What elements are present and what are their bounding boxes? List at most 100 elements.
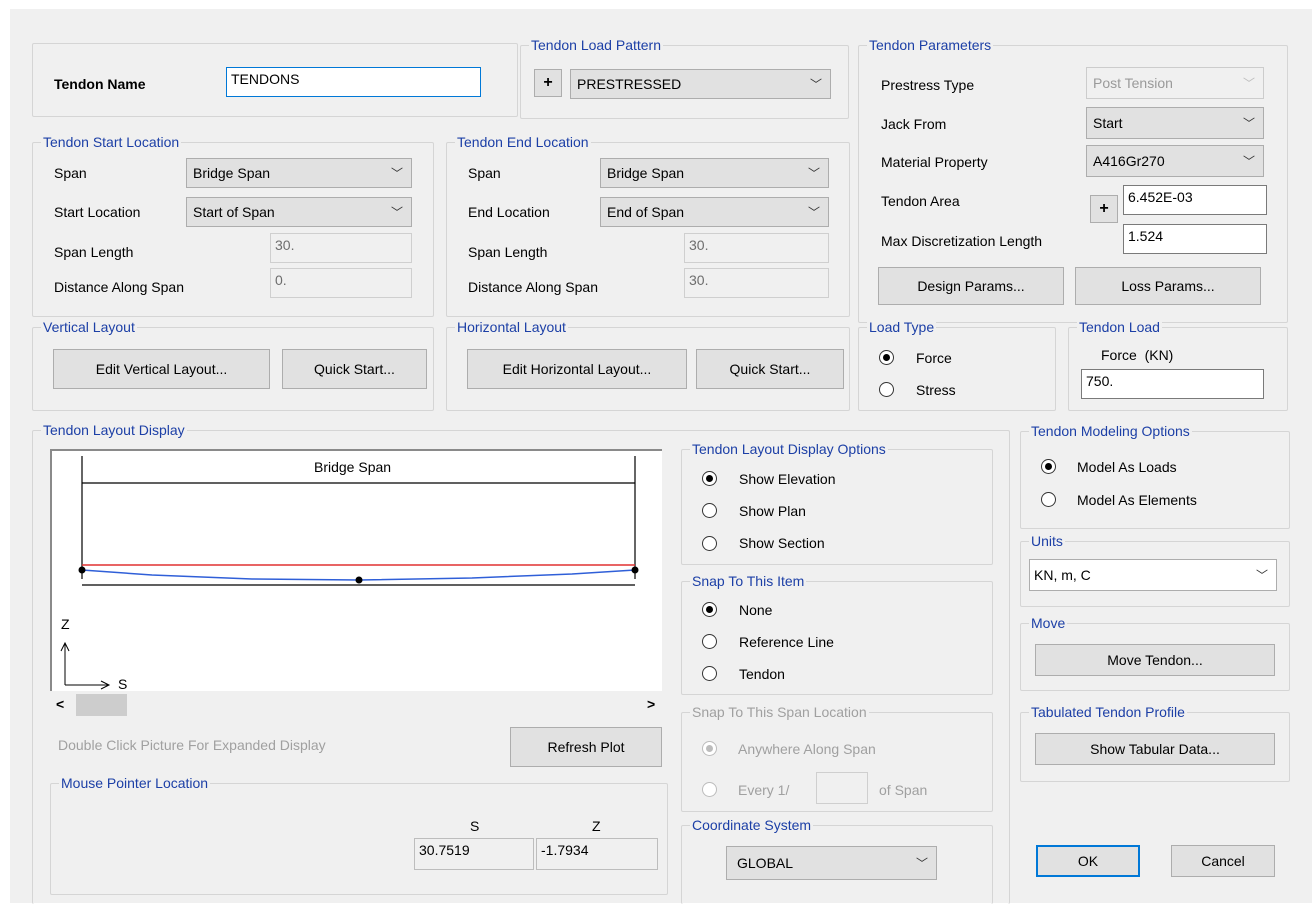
tendon-mid-point	[355, 576, 363, 584]
start-span-value: Bridge Span	[193, 165, 271, 181]
snap-tendon-radio[interactable]	[702, 666, 717, 681]
chevron-down-icon: ﹀	[915, 856, 928, 871]
refresh-plot-button[interactable]: Refresh Plot	[510, 727, 662, 767]
mouse-pointer-group: Mouse Pointer Location S Z 30.7519 -1.79…	[50, 775, 668, 895]
tendon-load-title: Tendon Load	[1077, 319, 1162, 335]
start-span-length-value: 30.	[270, 233, 412, 263]
edit-horizontal-layout-button[interactable]: Edit Horizontal Layout...	[467, 349, 687, 389]
model-as-elements-radio[interactable]	[1041, 492, 1056, 507]
start-span-label: Span	[54, 165, 87, 181]
snap-span-group: Snap To This Span Location Anywhere Alon…	[681, 704, 993, 812]
coord-system-value: GLOBAL	[737, 855, 794, 871]
end-location-value: End of Span	[607, 204, 685, 220]
prestress-type-label: Prestress Type	[881, 77, 975, 93]
start-span-select[interactable]: Bridge Span ﹀	[186, 158, 412, 188]
stress-radio-label: Stress	[916, 382, 956, 398]
end-span-select[interactable]: Bridge Span ﹀	[600, 158, 829, 188]
tendon-plot-area[interactable]: Bridge Span Z S	[50, 449, 662, 692]
modeling-options-group: Tendon Modeling Options Model As Loads M…	[1020, 423, 1290, 529]
scroll-thumb[interactable]	[76, 694, 127, 716]
snap-reference-line-radio[interactable]	[702, 634, 717, 649]
every-fraction-radio	[702, 782, 717, 797]
plot-scrollbar[interactable]: < >	[50, 692, 662, 718]
of-span-label: of Span	[879, 782, 928, 798]
pointer-z-label: Z	[592, 818, 601, 834]
max-discretization-input[interactable]: 1.524	[1123, 224, 1267, 254]
chevron-down-icon: ﹀	[807, 205, 820, 220]
plot-hint-text: Double Click Picture For Expanded Displa…	[58, 737, 326, 753]
anywhere-along-span-radio	[702, 741, 717, 756]
start-location-group: Tendon Start Location Span Bridge Span ﹀…	[32, 134, 434, 317]
load-pattern-value: PRESTRESSED	[577, 76, 682, 92]
end-distance-value: 30.	[684, 268, 829, 298]
tendon-load-unit-label: Force (KN)	[1101, 347, 1174, 363]
show-section-radio[interactable]	[702, 536, 717, 551]
load-pattern-select[interactable]: PRESTRESSED ﹀	[570, 69, 831, 99]
force-radio[interactable]	[879, 350, 894, 365]
start-distance-label: Distance Along Span	[54, 279, 184, 295]
tendon-name-label: Tendon Name	[54, 76, 146, 92]
show-tabular-data-button[interactable]: Show Tabular Data...	[1035, 733, 1275, 765]
snap-none-radio[interactable]	[702, 602, 717, 617]
units-select[interactable]: KN, m, C ﹀	[1029, 559, 1277, 591]
end-location-label: End Location	[468, 204, 550, 220]
start-span-length-label: Span Length	[54, 244, 134, 260]
model-as-loads-radio[interactable]	[1041, 459, 1056, 474]
every-fraction-input	[816, 772, 868, 804]
move-title: Move	[1029, 615, 1068, 631]
material-property-label: Material Property	[881, 154, 988, 170]
chevron-down-icon: ﹀	[1242, 116, 1255, 131]
start-location-select[interactable]: Start of Span ﹀	[186, 197, 412, 227]
edit-vertical-layout-button[interactable]: Edit Vertical Layout...	[53, 349, 270, 389]
snap-item-title: Snap To This Item	[690, 573, 807, 589]
move-group: Move Move Tendon...	[1020, 615, 1290, 691]
stress-radio[interactable]	[879, 382, 894, 397]
design-params-button[interactable]: Design Params...	[878, 267, 1064, 305]
material-property-select[interactable]: A416Gr270 ﹀	[1086, 145, 1264, 177]
modeling-options-title: Tendon Modeling Options	[1029, 423, 1192, 439]
load-type-title: Load Type	[867, 319, 937, 335]
loss-params-button[interactable]: Loss Params...	[1075, 267, 1261, 305]
pointer-z-value: -1.7934	[536, 838, 658, 870]
scroll-left-icon[interactable]: <	[56, 695, 64, 713]
chevron-down-icon: ﹀	[390, 166, 403, 181]
jack-from-select[interactable]: Start ﹀	[1086, 107, 1264, 139]
chevron-down-icon: ﹀	[390, 205, 403, 220]
start-location-title: Tendon Start Location	[41, 134, 182, 150]
chevron-down-icon: ﹀	[809, 77, 822, 92]
end-span-length-label: Span Length	[468, 244, 548, 260]
jack-from-label: Jack From	[881, 116, 947, 132]
chevron-down-icon: ﹀	[807, 166, 820, 181]
horizontal-quick-start-button[interactable]: Quick Start...	[696, 349, 844, 389]
tendon-name-input[interactable]: TENDONS	[226, 67, 481, 97]
cancel-button[interactable]: Cancel	[1171, 845, 1275, 877]
material-property-value: A416Gr270	[1093, 153, 1165, 169]
tendon-end-point	[631, 566, 639, 574]
show-plan-radio[interactable]	[702, 503, 717, 518]
end-span-length-value: 30.	[684, 233, 829, 263]
end-location-title: Tendon End Location	[455, 134, 591, 150]
coord-system-select[interactable]: GLOBAL ﹀	[726, 846, 937, 880]
model-as-elements-label: Model As Elements	[1077, 492, 1197, 508]
load-pattern-group: Tendon Load Pattern + PRESTRESSED ﹀	[520, 37, 849, 119]
move-tendon-button[interactable]: Move Tendon...	[1035, 644, 1275, 676]
load-pattern-title: Tendon Load Pattern	[529, 37, 663, 53]
tendon-elevation-plot	[60, 456, 639, 690]
scroll-right-icon[interactable]: >	[647, 695, 655, 713]
tendon-area-input[interactable]: 6.452E-03	[1123, 185, 1267, 215]
prestress-type-select: Post Tension ﹀	[1086, 67, 1264, 99]
end-distance-label: Distance Along Span	[468, 279, 598, 295]
tendon-load-input[interactable]: 750.	[1081, 369, 1264, 399]
tendon-name-group: Tendon Name TENDONS	[32, 43, 518, 117]
chevron-down-icon: ﹀	[1242, 76, 1255, 91]
ok-button[interactable]: OK	[1036, 845, 1140, 877]
end-location-select[interactable]: End of Span ﹀	[600, 197, 829, 227]
load-pattern-plus-button[interactable]: +	[534, 69, 562, 97]
chevron-down-icon: ﹀	[1242, 154, 1255, 169]
tendon-area-plus-button[interactable]: +	[1090, 195, 1118, 223]
show-elevation-radio[interactable]	[702, 471, 717, 486]
snap-item-group: Snap To This Item None Reference Line Te…	[681, 573, 993, 695]
vertical-quick-start-button[interactable]: Quick Start...	[282, 349, 427, 389]
end-span-label: Span	[468, 165, 501, 181]
end-location-group: Tendon End Location Span Bridge Span ﹀ E…	[446, 134, 850, 317]
